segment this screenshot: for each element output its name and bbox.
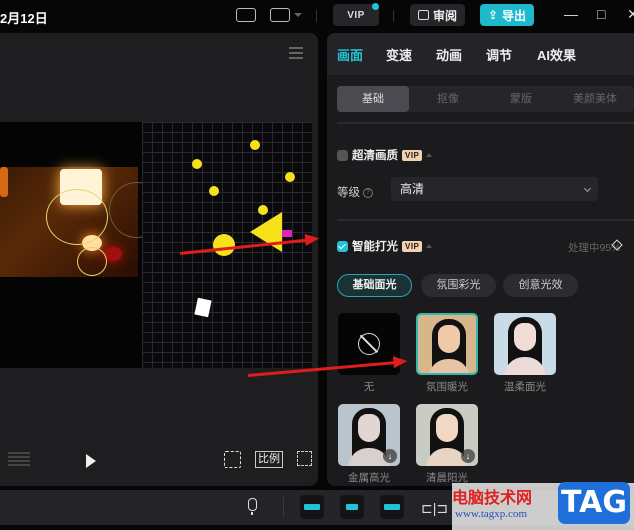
- light-point[interactable]: [209, 186, 219, 196]
- review-icon: [417, 10, 429, 20]
- light-point[interactable]: [250, 140, 260, 150]
- preset-metal-highlight[interactable]: ↓: [338, 404, 400, 466]
- light-point[interactable]: [192, 159, 202, 169]
- subtab-mask[interactable]: 蒙版: [485, 86, 557, 112]
- preset-label: 无: [363, 381, 375, 393]
- upload-icon: ⇪: [487, 8, 499, 22]
- collapse-icon[interactable]: [426, 244, 433, 248]
- subtab-cutout[interactable]: 抠像: [412, 86, 484, 112]
- tab-speed[interactable]: 变速: [386, 45, 412, 64]
- vip-badge: VIP: [402, 149, 423, 161]
- watermark-url: www.tagxp.com: [455, 508, 527, 520]
- microphone-icon[interactable]: [248, 498, 257, 511]
- chip-basic-face-light[interactable]: 基础面光: [337, 274, 412, 297]
- chevron-down-icon: [583, 184, 592, 193]
- smart-light-section: 智能打光 VIP: [337, 238, 433, 254]
- vip-badge: VIP: [402, 240, 423, 252]
- title-bar: 2月12日 VIP 审阅 ⇪ 导出 — □ ✕: [0, 0, 634, 32]
- play-button[interactable]: [86, 454, 96, 468]
- subtab-beauty[interactable]: 美颜美体: [559, 86, 631, 112]
- super-res-checkbox[interactable]: [337, 149, 348, 161]
- smart-light-checkbox[interactable]: [337, 240, 348, 252]
- divider: [393, 10, 394, 22]
- link-clips-button[interactable]: [380, 495, 404, 519]
- grid-view-icon[interactable]: [8, 452, 30, 468]
- menu-icon[interactable]: [289, 47, 303, 62]
- divider: [337, 219, 634, 221]
- preset-warm-ambient[interactable]: [416, 313, 478, 375]
- download-icon[interactable]: ↓: [383, 449, 397, 463]
- divider: [337, 122, 634, 124]
- fullscreen-icon[interactable]: [297, 451, 312, 466]
- project-title: 2月12日: [0, 11, 48, 26]
- smart-light-label: 智能打光: [352, 241, 398, 253]
- preset-morning-sun[interactable]: ↓: [416, 404, 478, 466]
- watermark-text: 电脑技术网: [452, 488, 533, 507]
- properties-panel: 画面 变速 动画 调节 AI效果 基础 抠像 蒙版 美颜美体 超清画质 VIP …: [327, 33, 634, 486]
- divider: [283, 497, 284, 517]
- light-ring[interactable]: [46, 189, 108, 245]
- collapse-icon[interactable]: [426, 153, 433, 157]
- subtitle-icon[interactable]: [236, 8, 256, 22]
- preset-label: 金属高光: [348, 472, 390, 484]
- light-handle[interactable]: [282, 230, 292, 237]
- no-effect-icon: [358, 333, 380, 355]
- preview-panel: 比例: [0, 33, 318, 486]
- chip-ambient-color-light[interactable]: 氛围彩光: [421, 274, 496, 297]
- chip-creative-light[interactable]: 创意光效: [503, 274, 578, 297]
- export-label: 导出: [502, 8, 527, 23]
- maximize-button[interactable]: □: [597, 6, 605, 22]
- link-main-track-button[interactable]: [300, 495, 324, 519]
- camera-icon[interactable]: [194, 297, 212, 318]
- split-icon[interactable]: ⊏|⊐: [421, 500, 448, 517]
- super-res-label: 超清画质: [352, 150, 398, 162]
- level-select[interactable]: 高清: [391, 177, 598, 201]
- minimize-button[interactable]: —: [564, 6, 578, 22]
- magnet-snap-button[interactable]: [340, 495, 364, 519]
- lighting-grid: [142, 122, 312, 368]
- divider: [316, 10, 317, 22]
- subtab-basic[interactable]: 基础: [337, 86, 409, 112]
- watermark-logo: TAG: [558, 482, 630, 524]
- zoom-fit-icon[interactable]: [224, 451, 241, 468]
- level-label: 等级?: [337, 184, 373, 200]
- light-ring[interactable]: [77, 247, 107, 276]
- level-value: 高清: [400, 182, 425, 196]
- layout-icon[interactable]: [270, 8, 290, 22]
- light-point[interactable]: [285, 172, 295, 182]
- light-source[interactable]: [213, 234, 235, 256]
- preset-label: 温柔面光: [504, 381, 546, 393]
- app-window: 2月12日 VIP 审阅 ⇪ 导出 — □ ✕ 比例 画面 变速 动画 调节 A…: [0, 0, 634, 530]
- panel-tabs: 画面 变速 动画 调节 AI效果: [327, 33, 634, 75]
- tab-ai-effects[interactable]: AI效果: [537, 45, 576, 64]
- chevron-down-icon[interactable]: [294, 13, 302, 17]
- ratio-button[interactable]: 比例: [255, 451, 283, 468]
- help-icon[interactable]: ?: [363, 187, 373, 198]
- close-button[interactable]: ✕: [627, 6, 634, 23]
- tab-adjust[interactable]: 调节: [486, 45, 512, 64]
- super-res-section: 超清画质 VIP: [337, 147, 433, 163]
- video-frame-left: [0, 122, 165, 368]
- microphone-stand: [251, 512, 253, 515]
- level-text: 等级: [337, 187, 360, 199]
- export-button[interactable]: ⇪ 导出: [480, 4, 534, 26]
- preset-soft-face[interactable]: [494, 313, 556, 375]
- review-label: 审阅: [432, 8, 457, 23]
- review-button[interactable]: 审阅: [410, 4, 465, 26]
- notification-dot: [372, 3, 379, 10]
- tab-picture[interactable]: 画面: [337, 45, 363, 64]
- preset-label: 氛围暖光: [426, 381, 468, 393]
- tab-animation[interactable]: 动画: [436, 45, 462, 64]
- subtabs: 基础 抠像 蒙版 美颜美体: [337, 86, 634, 112]
- download-icon[interactable]: ↓: [461, 449, 475, 463]
